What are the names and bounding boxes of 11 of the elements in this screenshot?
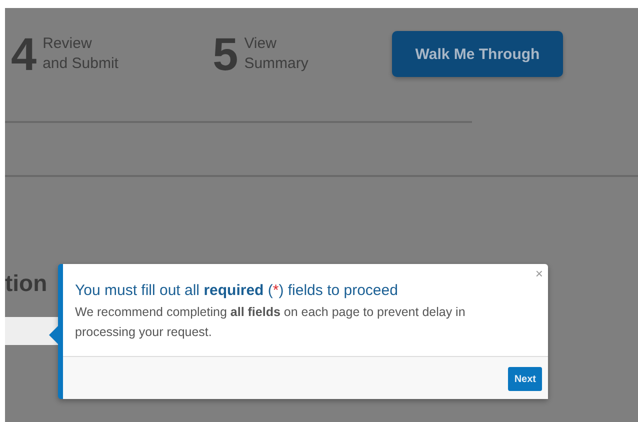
step-label: View Summary <box>244 34 310 74</box>
walk-me-through-button[interactable]: Walk Me Through <box>392 31 563 77</box>
step-number: 4 <box>11 31 37 77</box>
popup-title: You must fill out all required (*) fields to proceed <box>75 282 399 299</box>
step-number: 5 <box>212 31 238 77</box>
next-button[interactable]: Next <box>508 367 542 391</box>
input-field[interactable] <box>5 317 58 345</box>
popup-text: We recommend completing all fields on each page to prevent delay in processing your request. <box>75 304 466 341</box>
close-button[interactable]: × <box>535 266 543 281</box>
section-heading: tion <box>5 270 48 297</box>
step-label: Review and Submit <box>42 34 120 74</box>
